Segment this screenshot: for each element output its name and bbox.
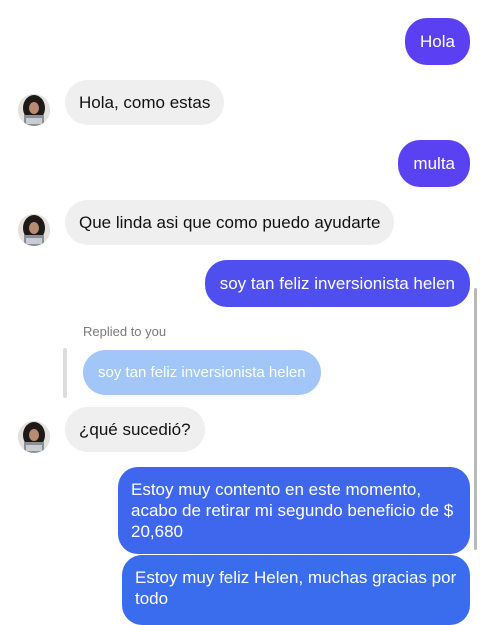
message-incoming[interactable]: Que linda asi que como puedo ayudarte	[65, 200, 395, 245]
message-outgoing[interactable]: Estoy muy feliz Helen, muchas gracias po…	[122, 555, 470, 625]
avatar[interactable]	[18, 94, 50, 126]
message-outgoing[interactable]: Estoy muy contento en este momento, acab…	[118, 467, 470, 554]
reply-quoted-message[interactable]: soy tan feliz inversionista helen	[83, 350, 321, 395]
avatar[interactable]	[18, 421, 50, 453]
message-outgoing[interactable]: soy tan feliz inversionista helen	[204, 260, 470, 307]
reply-label: Replied to you	[83, 324, 167, 339]
message-outgoing[interactable]: multa	[398, 140, 470, 187]
scrollbar[interactable]	[474, 288, 477, 550]
message-incoming[interactable]: Hola, como estas	[65, 80, 225, 125]
message-incoming[interactable]: ¿qué sucedió?	[65, 407, 205, 452]
chat-thread: Hola Hola, como estas multa Que linda as…	[0, 0, 480, 625]
reply-quote-bar	[63, 348, 67, 398]
avatar[interactable]	[18, 214, 50, 246]
message-outgoing[interactable]: Hola	[405, 18, 470, 65]
